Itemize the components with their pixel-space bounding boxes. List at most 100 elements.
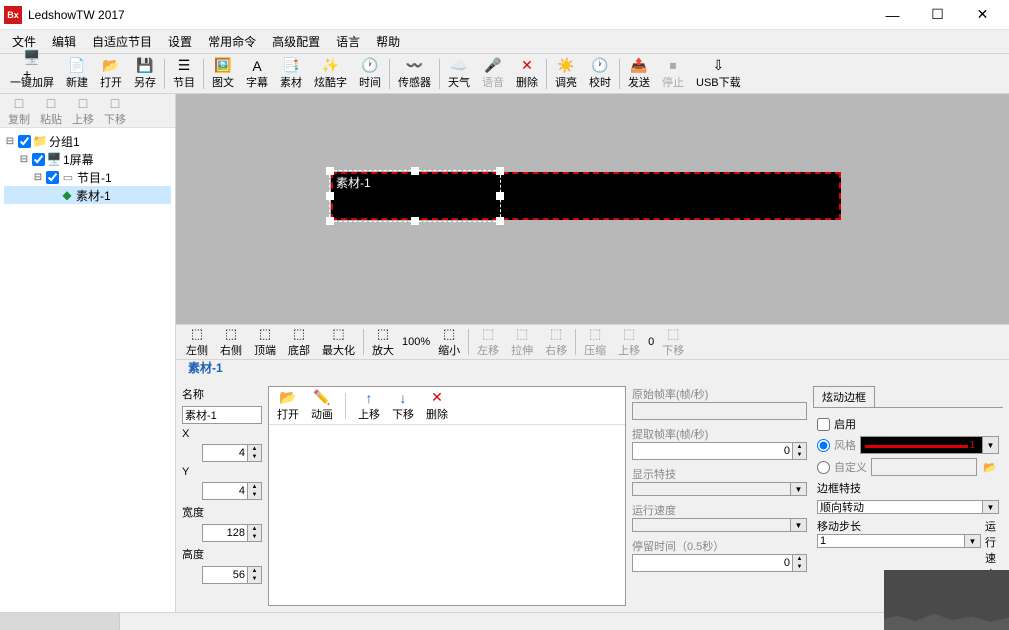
y-label: Y [182,466,262,478]
height-spinner[interactable]: ▲▼ [202,566,262,584]
titlebar: Bx LedshowTW 2017 — ☐ ✕ [0,0,1009,30]
fl-下移[interactable]: ↓下移 [388,390,418,422]
fl-打开[interactable]: 📂打开 [273,389,303,422]
x-spinner[interactable]: ▲▼ [202,444,262,462]
selection-box[interactable] [329,170,501,222]
tree-collapse-icon[interactable]: ⊟ [32,172,44,183]
tree-group-label[interactable]: 分组1 [49,133,80,150]
height-label: 高度 [182,546,262,562]
maximize-button[interactable]: ☐ [915,0,960,30]
tab-material[interactable]: 素材-1 [180,357,231,380]
tree-material-label[interactable]: 素材-1 [76,187,111,204]
border-fx-combo[interactable]: ▼ [817,500,999,514]
menu-自适应节目[interactable]: 自适应节目 [84,30,160,53]
tree-collapse-icon[interactable]: ⊟ [4,136,16,147]
tb-传感器[interactable]: 〰️传感器 [392,55,437,93]
tree-check-program[interactable] [46,171,59,184]
tb-图文[interactable]: 🖼️图文 [206,55,240,93]
menubar: 文件编辑自适应节目设置常用命令高级配置语言帮助 [0,30,1009,54]
canvas[interactable]: 素材-1 [176,94,1009,324]
pos-下移: ⬚下移 [656,325,690,359]
tb-一键加屏[interactable]: 🖥️+一键加屏 [4,55,60,93]
position-toolbar: ⬚左侧⬚右侧⬚顶端⬚底部⬚最大化⬚放大100%⬚缩小⬚左移⬚拉伸⬚右移⬚压缩⬚上… [176,324,1009,360]
sidebar: □复制□粘贴□上移□下移 ⊟ 📁 分组1 ⊟ 🖥️ 1屏幕 ⊟ ▭ 节目-1 [0,94,176,612]
tb-节目[interactable]: ☰节目 [167,55,201,93]
width-spinner[interactable]: ▲▼ [202,524,262,542]
tb-USB下载[interactable]: ⇩USB下载 [690,55,747,93]
project-tree[interactable]: ⊟ 📁 分组1 ⊟ 🖥️ 1屏幕 ⊟ ▭ 节目-1 ◆ 素材-1 [0,128,175,612]
menu-帮助[interactable]: 帮助 [368,30,408,53]
pos-右侧[interactable]: ⬚右侧 [214,325,248,359]
border-fx-label: 边框特技 [817,480,999,496]
orig-fps-label: 原始帧率(帧/秒) [632,386,807,402]
orig-fps-input [632,402,807,420]
pos-底部[interactable]: ⬚底部 [282,325,316,359]
pos-左移: ⬚左移 [471,325,505,359]
tb-校时[interactable]: 🕐校时 [583,55,617,93]
width-label: 宽度 [182,504,262,520]
pos-压缩: ⬚压缩 [578,325,612,359]
disp-fx-label: 显示特技 [632,466,807,482]
sb-上移[interactable]: □上移 [68,95,98,127]
tb-新建[interactable]: 📄新建 [60,55,94,93]
tb-天气[interactable]: ☁️天气 [442,55,476,93]
menu-设置[interactable]: 设置 [160,30,200,53]
move-step-combo[interactable]: ▼ [817,534,981,548]
custom-input [871,458,977,476]
tree-program-label[interactable]: 节目-1 [77,169,112,186]
name-input[interactable] [182,406,262,424]
run-speed-combo[interactable]: ▼ [632,518,807,532]
tb-素材[interactable]: 📑素材 [274,55,308,93]
close-button[interactable]: ✕ [960,0,1005,30]
pos-最大化[interactable]: ⬚最大化 [316,325,361,359]
menu-语言[interactable]: 语言 [328,30,368,53]
minimize-button[interactable]: — [870,0,915,30]
tb-另存[interactable]: 💾另存 [128,55,162,93]
tree-screen-label[interactable]: 1屏幕 [63,151,94,168]
tb-字幕[interactable]: A字幕 [240,55,274,93]
tb-语音[interactable]: 🎤语音 [476,55,510,93]
sb-下移[interactable]: □下移 [100,95,130,127]
custom-radio[interactable] [817,461,830,474]
tab-strip: 素材-1 [176,360,1009,380]
menu-常用命令[interactable]: 常用命令 [200,30,264,53]
pos-放大[interactable]: ⬚放大 [366,325,400,359]
sb-复制[interactable]: □复制 [4,95,34,127]
tb-发送[interactable]: 📤发送 [622,55,656,93]
tb-停止[interactable]: ⏹停止 [656,55,690,93]
fl-删除[interactable]: ✕删除 [422,389,452,422]
pos-拉伸: ⬚拉伸 [505,325,539,359]
tree-collapse-icon[interactable]: ⊟ [18,154,30,165]
border-tab[interactable]: 炫动边框 [813,386,875,407]
ext-fps-spinner[interactable]: ▲▼ [632,442,807,460]
pos-右移: ⬚右移 [539,325,573,359]
preview-window[interactable] [884,570,1009,630]
menu-高级配置[interactable]: 高级配置 [264,30,328,53]
pos-缩小[interactable]: ⬚缩小 [432,325,466,359]
disp-fx-combo[interactable]: ▼ [632,482,807,496]
fl-上移[interactable]: ↑上移 [354,390,384,422]
pos-左侧[interactable]: ⬚左侧 [180,325,214,359]
fl-动画[interactable]: ✏️动画 [307,389,337,422]
tb-炫酷字[interactable]: ✨炫酷字 [308,55,353,93]
style-preview[interactable]: 1▼ [860,436,999,454]
tb-删除[interactable]: ✕删除 [510,55,544,93]
enable-check[interactable] [817,418,830,431]
statusbar [0,612,1009,630]
ext-fps-label: 提取帧率(帧/秒) [632,426,807,442]
zoom-percent: 100% [400,336,432,348]
y-spinner[interactable]: ▲▼ [202,482,262,500]
menu-编辑[interactable]: 编辑 [44,30,84,53]
pos-上移: ⬚上移 [612,325,646,359]
file-list[interactable] [269,429,625,605]
tree-check-group[interactable] [18,135,31,148]
tb-调亮[interactable]: ☀️调亮 [549,55,583,93]
name-label: 名称 [182,386,262,402]
tb-时间[interactable]: 🕐时间 [353,55,387,93]
pos-顶端[interactable]: ⬚顶端 [248,325,282,359]
tb-打开[interactable]: 📂打开 [94,55,128,93]
sb-粘贴[interactable]: □粘贴 [36,95,66,127]
style-radio[interactable] [817,439,830,452]
tree-check-screen[interactable] [32,153,45,166]
stay-time-spinner[interactable]: ▲▼ [632,554,807,572]
